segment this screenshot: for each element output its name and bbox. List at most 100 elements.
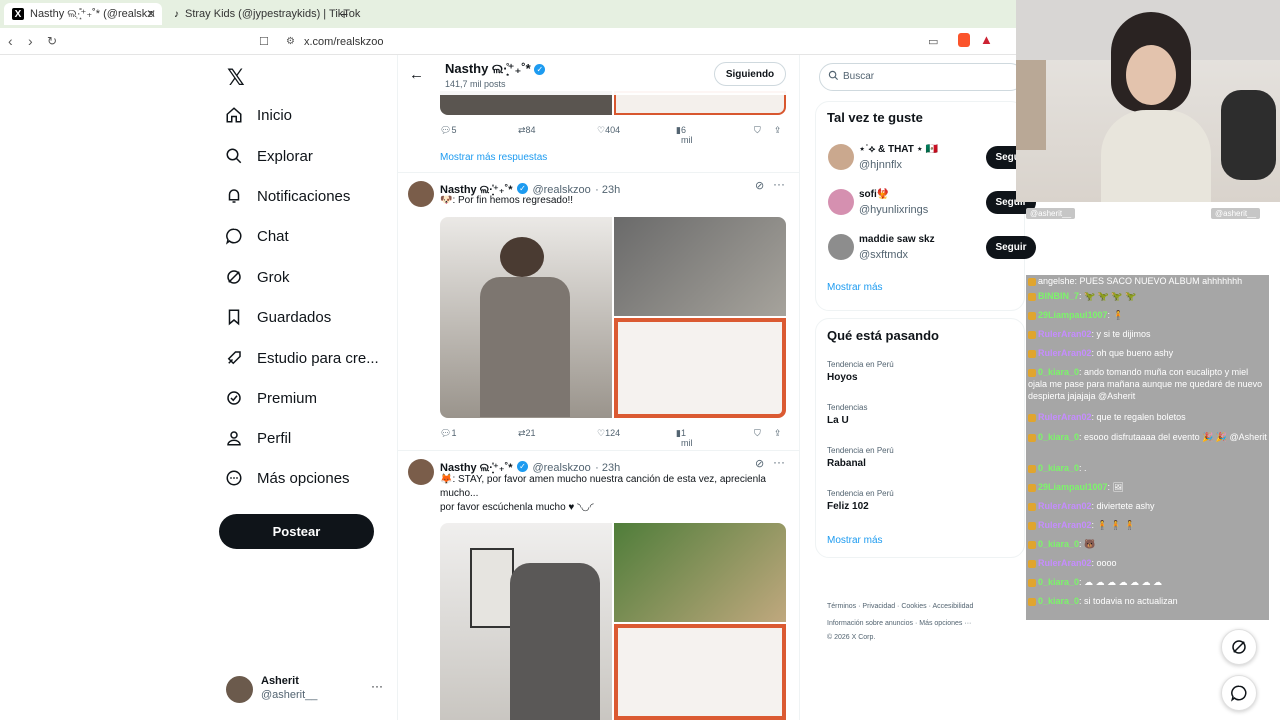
show-more-trends[interactable]: Mostrar más	[827, 535, 883, 546]
views-button[interactable]: ▮ 1 mil	[676, 428, 692, 448]
back-icon[interactable]: ‹	[8, 33, 13, 49]
bookmark-page-icon[interactable]: ☐	[259, 35, 269, 48]
search-input[interactable]: Buscar	[819, 63, 1024, 91]
brave-shield-icon[interactable]	[958, 33, 970, 47]
back-arrow-icon[interactable]: ←	[409, 66, 424, 83]
follow-button[interactable]: Seguir	[986, 236, 1036, 259]
suggestion-handle[interactable]: @hjnnflx	[859, 159, 902, 171]
show-more-replies[interactable]: Mostrar más respuestas	[440, 152, 547, 163]
nav-guardados[interactable]: Guardados	[225, 308, 331, 326]
tweet2-image-2[interactable]	[614, 523, 786, 622]
footer-link[interactable]: Términos	[827, 603, 856, 610]
x-logo-icon: X	[12, 8, 24, 20]
tab-tiktok[interactable]: ♪ Stray Kids (@jypestraykids) | TikTok	[166, 3, 360, 25]
site-info-icon[interactable]: ⚙	[286, 36, 295, 47]
chat-username[interactable]: 0_kiara_0	[1038, 596, 1079, 606]
trend-item[interactable]: Tendencia en Perú Feliz 102	[827, 489, 894, 512]
tweet1-image-1[interactable]	[440, 217, 612, 418]
suggestion-name[interactable]: sofi🐦‍🔥	[859, 189, 889, 200]
chat-username[interactable]: 0_kiara_0	[1038, 463, 1079, 473]
reload-icon[interactable]: ↻	[47, 34, 57, 48]
share-icon[interactable]: ⇪	[774, 428, 782, 439]
bookmark-icon[interactable]: ⛉	[754, 428, 761, 439]
nav-grok[interactable]: Grok	[225, 268, 290, 286]
chat-username[interactable]: RulerAran02	[1038, 329, 1092, 339]
suggestion-handle[interactable]: @sxftmdx	[859, 249, 908, 261]
show-more-suggestions[interactable]: Mostrar más	[827, 282, 883, 293]
nav-chat[interactable]: Chat	[225, 227, 289, 245]
chat-username[interactable]: 0_kiara_0	[1038, 539, 1079, 549]
reply-button[interactable]: 💬︎ 5	[440, 125, 456, 136]
chat-username[interactable]: 0_kiara_0	[1038, 432, 1079, 442]
chat-username[interactable]: 29Liampaul1007	[1038, 310, 1108, 320]
nav-mas-opciones[interactable]: Más opciones	[225, 469, 350, 487]
following-button[interactable]: Siguiendo	[714, 62, 786, 86]
suggestion-handle[interactable]: @hyunlixrings	[859, 204, 928, 216]
chat-username[interactable]: 29Liampaul1007	[1038, 482, 1108, 492]
nav-estudio[interactable]: Estudio para cre...	[225, 349, 379, 367]
tweet2-image-3[interactable]	[614, 624, 786, 720]
chat-username[interactable]: BINBIN_7	[1038, 291, 1079, 301]
nav-perfil[interactable]: Perfil	[225, 429, 291, 447]
tab-x-profile[interactable]: X Nasthy ଲ·͙̣̊⁺₊˚* (@realskzoo) / X ✕	[4, 3, 162, 25]
suggestion-name[interactable]: maddie saw skz	[859, 234, 935, 245]
retweet-button[interactable]: ⇄ 21	[518, 428, 536, 439]
chat-username[interactable]: 0_kiara_0	[1038, 577, 1079, 587]
chat-header-right: @asherit__	[1211, 208, 1261, 219]
suggestion-name[interactable]: ⋆˙⟡ & THAT ⋆ 🇲🇽	[859, 144, 938, 155]
trend-item[interactable]: Tendencias La U	[827, 403, 867, 426]
nav-premium[interactable]: Premium	[225, 389, 317, 407]
chat-username[interactable]: RulerAran02	[1038, 520, 1092, 530]
share-icon[interactable]: ⇪	[774, 125, 782, 136]
trends-card	[815, 318, 1025, 558]
photo-subject-body	[480, 277, 570, 417]
footer-link[interactable]: Cookies	[901, 603, 926, 610]
chat-username[interactable]: RulerAran02	[1038, 501, 1092, 511]
avatar[interactable]	[828, 189, 854, 215]
tweet1-image-2[interactable]	[614, 217, 786, 316]
avatar[interactable]	[828, 144, 854, 170]
avatar[interactable]	[408, 181, 434, 207]
footer-link[interactable]: Información sobre anuncios	[827, 620, 913, 627]
cast-icon[interactable]: ▭	[928, 35, 938, 48]
trend-item[interactable]: Tendencia en Perú Rabanal	[827, 446, 894, 469]
grok-fab[interactable]	[1221, 629, 1257, 665]
chat-username[interactable]: RulerAran02	[1038, 348, 1092, 358]
forward-icon[interactable]: ›	[28, 33, 33, 49]
grok-icon[interactable]: ⊘	[755, 457, 764, 470]
new-tab-button[interactable]: +	[332, 3, 356, 25]
more-dots-icon[interactable]: ···	[371, 679, 383, 693]
post-button[interactable]: Postear	[219, 514, 374, 549]
reply-button[interactable]: 💬︎ 1	[440, 428, 456, 439]
footer-link[interactable]: Accesibilidad	[932, 603, 973, 610]
messages-fab[interactable]	[1221, 675, 1257, 711]
like-button[interactable]: ♡ 124	[597, 428, 620, 439]
grok-icon[interactable]: ⊘	[755, 179, 764, 192]
retweet-button[interactable]: ⇄ 84	[518, 125, 536, 136]
like-button[interactable]: ♡ 404	[597, 125, 620, 136]
close-tab-icon[interactable]: ✕	[146, 7, 156, 21]
brave-rewards-icon[interactable]: ▲	[980, 32, 993, 47]
chat-username[interactable]: RulerAran02	[1038, 558, 1092, 568]
trend-item[interactable]: Tendencia en Perú Hoyos	[827, 360, 894, 383]
more-dots-icon[interactable]: ···	[773, 455, 785, 469]
nav-inicio[interactable]: Inicio	[225, 106, 292, 124]
url-field[interactable]: x.com/realskzoo	[304, 36, 383, 48]
more-dots-icon[interactable]: ···	[773, 177, 785, 191]
avatar[interactable]	[408, 459, 434, 485]
bookmark-icon[interactable]: ⛉	[754, 125, 761, 136]
tweet1-time[interactable]: · 23h	[595, 184, 620, 196]
footer-link[interactable]: Privacidad	[862, 603, 895, 610]
chat-username[interactable]: 0_kiara_0	[1038, 367, 1079, 377]
nav-explorar[interactable]: Explorar	[225, 147, 313, 165]
account-switcher[interactable]: Asherit @asherit__ ···	[226, 674, 386, 704]
tweet2-image-1[interactable]	[440, 523, 612, 720]
chat-username[interactable]: RulerAran02	[1038, 412, 1092, 422]
footer-link[interactable]: Más opciones ···	[919, 620, 971, 627]
views-button[interactable]: ▮ 6 mil	[676, 125, 692, 145]
left-nav: 𝕏 Inicio Explorar Notificaciones Chat Gr…	[210, 55, 400, 720]
tweet1-image-3[interactable]	[614, 318, 786, 418]
x-logo-icon[interactable]: 𝕏	[227, 65, 245, 91]
avatar[interactable]	[828, 234, 854, 260]
nav-notificaciones[interactable]: Notificaciones	[225, 187, 350, 205]
